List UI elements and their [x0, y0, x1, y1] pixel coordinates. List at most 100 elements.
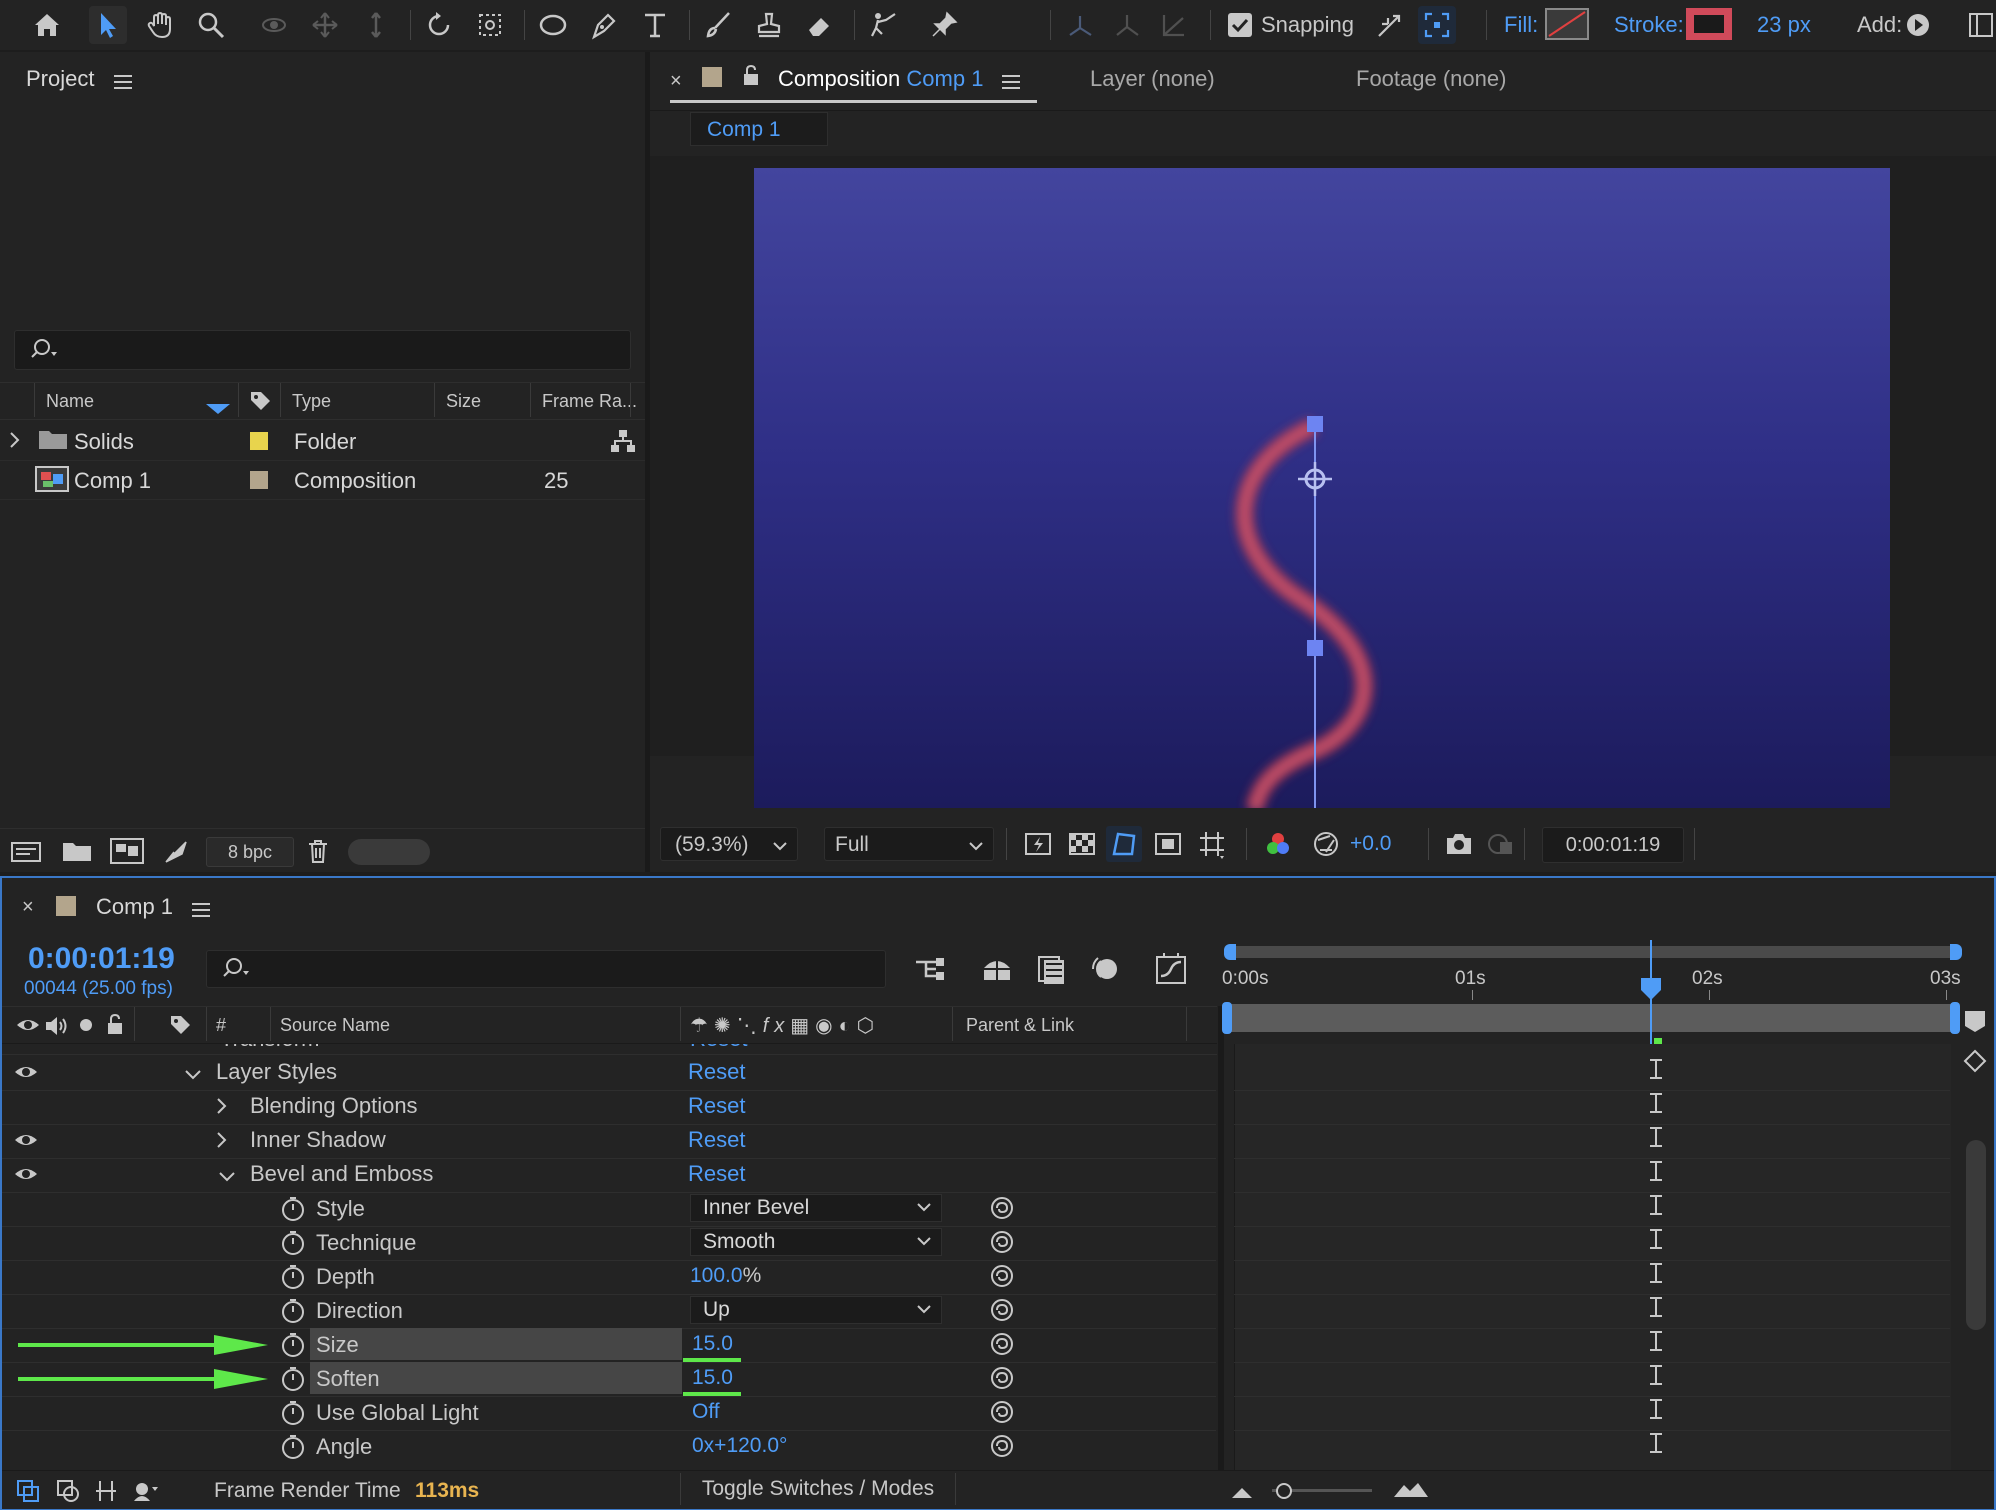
- timeline-search-input[interactable]: [206, 950, 886, 988]
- new-folder-icon[interactable]: [62, 839, 92, 869]
- toggle-switches-modes-button[interactable]: Toggle Switches / Modes: [680, 1473, 956, 1505]
- resolution-dropdown[interactable]: Full: [824, 827, 994, 861]
- mask-visibility-icon[interactable]: [1106, 826, 1142, 862]
- label-tag-icon[interactable]: [168, 1013, 192, 1043]
- lock-icon[interactable]: [106, 1013, 124, 1041]
- column-header-name[interactable]: Name: [46, 391, 94, 412]
- column-header-parent-link[interactable]: Parent & Link: [966, 1015, 1074, 1036]
- timeline-graph-area[interactable]: 0:00s 01s 02s 03s: [1222, 940, 1962, 1470]
- puppet-pin-tool-icon[interactable]: [925, 6, 963, 44]
- chevron-down-icon[interactable]: [218, 1166, 236, 1189]
- draft-3d-icon[interactable]: [980, 954, 1014, 990]
- stopwatch-icon[interactable]: [280, 1400, 306, 1432]
- property-row[interactable]: Angle 0x+120.0°: [2, 1430, 1216, 1464]
- size-value[interactable]: 15.0: [692, 1332, 733, 1356]
- in-out-pane-icon[interactable]: [94, 1479, 118, 1509]
- visibility-eye-icon[interactable]: [14, 1130, 38, 1156]
- hand-tool-icon[interactable]: [141, 6, 179, 44]
- stopwatch-icon[interactable]: [280, 1366, 306, 1398]
- snap-edges-icon[interactable]: [1370, 6, 1408, 44]
- depth-value[interactable]: 100.0%: [690, 1264, 761, 1288]
- audio-speaker-icon[interactable]: [44, 1015, 70, 1043]
- work-area-bar[interactable]: [1226, 1004, 1956, 1032]
- eraser-tool-icon[interactable]: [801, 6, 839, 44]
- viewer-menu-icon[interactable]: [1002, 72, 1020, 95]
- show-channel-icon[interactable]: [1264, 830, 1292, 864]
- rotation-tool-icon[interactable]: [420, 6, 458, 44]
- solo-dot-icon[interactable]: [80, 1019, 92, 1031]
- anchor-point-tool-icon[interactable]: [471, 6, 509, 44]
- project-search-input[interactable]: [14, 330, 631, 370]
- layer-switches-pane-icon[interactable]: [16, 1479, 40, 1509]
- snap-features-icon[interactable]: [1418, 6, 1456, 44]
- footage-tab[interactable]: Footage (none): [1356, 66, 1506, 92]
- composition-mini-flowchart-icon[interactable]: [914, 954, 948, 990]
- stroke-width-value[interactable]: 23 px: [1757, 12, 1811, 38]
- selection-tool-icon[interactable]: [89, 6, 127, 44]
- time-navigator-bar[interactable]: [1226, 946, 1962, 958]
- type-tool-icon[interactable]: [636, 6, 674, 44]
- property-group-row[interactable]: Blending Options Reset: [2, 1090, 1216, 1124]
- timeline-zoom-thumb[interactable]: [1276, 1483, 1292, 1499]
- trash-icon[interactable]: [306, 838, 330, 870]
- add-menu-icon[interactable]: [1907, 14, 1929, 36]
- stopwatch-icon[interactable]: [280, 1264, 306, 1296]
- expression-pickwhip-icon[interactable]: [990, 1332, 1014, 1362]
- style-dropdown[interactable]: Inner Bevel: [690, 1194, 942, 1222]
- property-row[interactable]: Soften 15.0: [2, 1362, 1216, 1396]
- property-row[interactable]: Size 15.0: [2, 1328, 1216, 1362]
- property-row[interactable]: Style Inner Bevel: [2, 1192, 1216, 1226]
- pen-tool-icon[interactable]: [585, 6, 623, 44]
- expression-pickwhip-icon[interactable]: [990, 1298, 1014, 1328]
- property-row[interactable]: Direction Up: [2, 1294, 1216, 1328]
- close-tab-icon[interactable]: ×: [22, 896, 34, 919]
- chevron-right-icon[interactable]: [216, 1096, 228, 1122]
- layer-tab[interactable]: Layer (none): [1090, 66, 1215, 92]
- reset-link[interactable]: Reset: [688, 1161, 745, 1187]
- reset-link[interactable]: Reset: [688, 1059, 745, 1085]
- direction-dropdown[interactable]: Up: [690, 1296, 942, 1324]
- panel-toggle-icon[interactable]: [1968, 10, 1996, 40]
- ellipse-tool-icon[interactable]: [534, 6, 572, 44]
- frame-blending-icon[interactable]: [1036, 954, 1066, 990]
- new-composition-icon[interactable]: [110, 838, 144, 870]
- project-item-row[interactable]: Comp 1 Composition 25: [0, 461, 645, 500]
- sort-descending-icon[interactable]: [206, 397, 230, 420]
- transfer-controls-pane-icon[interactable]: [56, 1479, 80, 1509]
- visibility-eye-icon[interactable]: [14, 1062, 38, 1088]
- property-row[interactable]: Depth 100.0%: [2, 1260, 1216, 1294]
- comp-marker-bin-icon[interactable]: [1962, 1008, 1988, 1040]
- expression-pickwhip-icon[interactable]: [990, 1434, 1014, 1464]
- zoom-tool-icon[interactable]: [192, 6, 230, 44]
- column-header-number[interactable]: #: [216, 1015, 226, 1036]
- column-header-frame-rate[interactable]: Frame Ra...: [542, 391, 637, 412]
- depth-number[interactable]: 100.0: [690, 1264, 743, 1287]
- adobe-dynamic-link-icon[interactable]: [162, 838, 190, 870]
- expression-pickwhip-icon[interactable]: [990, 1230, 1014, 1260]
- property-group-row[interactable]: Layer Styles Reset: [2, 1056, 1216, 1090]
- column-header-source-name[interactable]: Source Name: [280, 1015, 390, 1036]
- reset-link[interactable]: Reset: [688, 1127, 745, 1153]
- work-area-start-handle[interactable]: [1222, 1002, 1232, 1034]
- graph-editor-icon[interactable]: [1154, 952, 1188, 992]
- reset-exposure-icon[interactable]: [1312, 830, 1340, 864]
- label-color-swatch[interactable]: [250, 471, 268, 489]
- brush-tool-icon[interactable]: [699, 6, 737, 44]
- timeline-menu-icon[interactable]: [192, 900, 210, 923]
- composition-tab[interactable]: Composition Comp 1: [778, 66, 983, 92]
- timeline-tab-name[interactable]: Comp 1: [96, 894, 173, 920]
- label-color-swatch[interactable]: [250, 432, 268, 450]
- project-item-row[interactable]: Solids Folder: [0, 422, 645, 461]
- timeline-vertical-scrollbar[interactable]: [1966, 1140, 1986, 1330]
- stopwatch-icon[interactable]: [280, 1298, 306, 1330]
- clone-stamp-tool-icon[interactable]: [750, 6, 788, 44]
- project-title[interactable]: Project: [26, 66, 94, 92]
- label-tag-icon[interactable]: [248, 389, 272, 419]
- thumbnail-transparency-slider[interactable]: [348, 839, 430, 865]
- reset-link[interactable]: Reset: [688, 1093, 745, 1119]
- comp-breadcrumb[interactable]: Comp 1: [690, 112, 828, 146]
- technique-dropdown[interactable]: Smooth: [690, 1228, 942, 1256]
- flowchart-icon[interactable]: [610, 428, 636, 460]
- stopwatch-icon[interactable]: [280, 1434, 306, 1464]
- column-header-type[interactable]: Type: [292, 391, 331, 412]
